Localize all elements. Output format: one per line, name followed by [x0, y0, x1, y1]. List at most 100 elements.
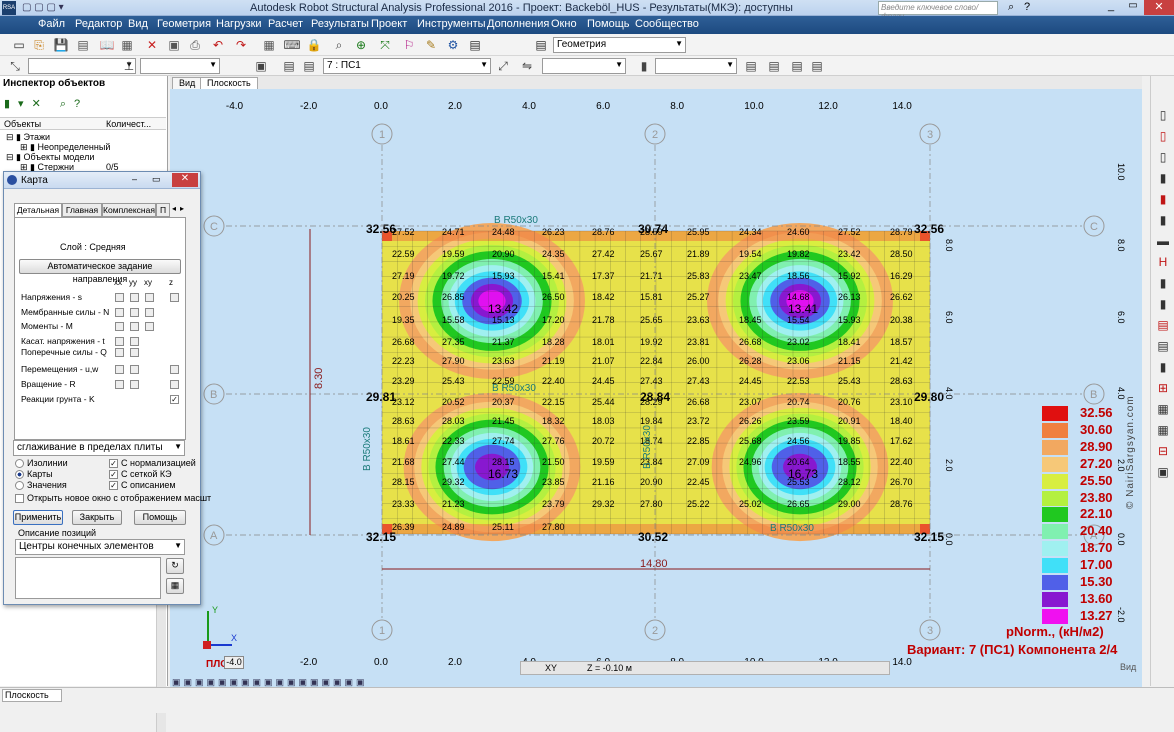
search-input[interactable]: Введите ключевое слово/фразу — [878, 1, 998, 21]
radio-isolines[interactable] — [15, 459, 24, 468]
row-2-check-0[interactable] — [115, 322, 124, 331]
check-open-new-window[interactable] — [15, 494, 24, 503]
row-2-check-1[interactable] — [130, 322, 139, 331]
toolbar2-icon-0[interactable]: ⤡ — [6, 57, 24, 75]
radio-maps[interactable] — [15, 470, 24, 479]
menu-item-2[interactable]: Вид — [128, 18, 148, 30]
toolbar2-icon-5[interactable]: ⤢ — [494, 57, 512, 75]
row-0-check-1[interactable] — [130, 293, 139, 302]
right-tool-icon-17[interactable]: ▣ — [1154, 463, 1172, 481]
right-tool-icon-0[interactable]: ▯ — [1154, 106, 1172, 124]
menu-item-4[interactable]: Нагрузки — [216, 18, 262, 30]
toolbar-icon-13[interactable]: 🔒 — [305, 36, 323, 54]
right-tool-icon-15[interactable]: ▦ — [1154, 421, 1172, 439]
toolbar-icon-0[interactable]: ▭ — [10, 36, 28, 54]
toolbar-icon-14[interactable]: ⌕ — [330, 36, 348, 54]
dialog-titlebar[interactable]: Карта – ▭ ✕ — [4, 172, 200, 189]
dialog-maximize-button[interactable]: ▭ — [152, 174, 161, 185]
row-3-check-1[interactable] — [130, 337, 139, 346]
help-button[interactable]: Помощь — [134, 510, 186, 525]
toolbar-icon-20[interactable]: ▤ — [466, 36, 484, 54]
row-5-check-3[interactable] — [170, 365, 179, 374]
plane-value[interactable]: -4.0 — [224, 656, 244, 669]
search-icon[interactable]: ⌕ — [1008, 1, 1014, 14]
toolbar2-icon-9[interactable]: ▤ — [765, 57, 783, 75]
toolbar-icon-5[interactable]: ▦ — [118, 36, 136, 54]
row-7-check-3[interactable]: ✓ — [170, 395, 179, 404]
bottom-tab-plane[interactable]: Плоскость — [2, 689, 62, 702]
row-6-check-0[interactable] — [115, 380, 124, 389]
toolbar2-icon-11[interactable]: ▤ — [808, 57, 826, 75]
dialog-minimize-button[interactable]: – — [132, 174, 137, 184]
menu-item-6[interactable]: Результаты — [311, 18, 369, 30]
inspector-toolbar[interactable]: ▮▾✕ ⌕? — [4, 97, 88, 111]
row-5-check-0[interactable] — [115, 365, 124, 374]
dialog-tab-0[interactable]: Детальная — [14, 203, 62, 217]
check-fe-mesh[interactable]: ✓ — [109, 470, 118, 479]
apply-button[interactable]: Применить — [13, 510, 63, 525]
toolbar-icon-15[interactable]: ⊕ — [352, 36, 370, 54]
toolbar2-icon-6[interactable]: ⇋ — [518, 57, 536, 75]
menu-item-12[interactable]: Сообщество — [635, 18, 699, 30]
toolbar-icon-7[interactable]: ▣ — [165, 36, 183, 54]
case-combo[interactable]: 7 : ПС1 ▼ — [323, 58, 491, 74]
row-4-check-1[interactable] — [130, 348, 139, 357]
row-1-check-0[interactable] — [115, 308, 124, 317]
dialog-tab-2[interactable]: Комплексная — [102, 203, 156, 217]
toolbar-icon-1[interactable]: ⎘ — [30, 36, 48, 54]
toolbar-icon-12[interactable]: ⌨ — [283, 36, 301, 54]
maximize-button[interactable]: ▭ — [1122, 0, 1144, 15]
dialog-tab-3[interactable]: П — [156, 203, 170, 217]
right-tool-icon-12[interactable]: ▮ — [1154, 358, 1172, 376]
toolbar2-icon-8[interactable]: ▤ — [742, 57, 760, 75]
right-tool-icon-4[interactable]: ▮ — [1154, 190, 1172, 208]
row-1-check-1[interactable] — [130, 308, 139, 317]
menu-item-0[interactable]: Файл — [38, 18, 65, 30]
right-tool-icon-8[interactable]: ▮ — [1154, 274, 1172, 292]
menu-item-7[interactable]: Проект — [371, 18, 407, 30]
toolbar2-icon-3[interactable]: ▤ — [280, 57, 298, 75]
plot-canvas[interactable]: 27.52 24.71 24.48 26.23 28.76 28.59 25.95 24.34… — [170, 89, 1142, 687]
right-tool-icon-2[interactable]: ▯ — [1154, 148, 1172, 166]
row-0-check-3[interactable] — [170, 293, 179, 302]
toolbar2-icon-4[interactable]: ▤ — [300, 57, 318, 75]
minimize-button[interactable]: _ — [1100, 0, 1122, 15]
bars-combo[interactable]: ▼ — [140, 58, 220, 74]
row-1-check-2[interactable] — [145, 308, 154, 317]
row-3-check-0[interactable] — [115, 337, 124, 346]
row-0-check-0[interactable] — [115, 293, 124, 302]
radio-values[interactable] — [15, 481, 24, 490]
refresh-icon[interactable]: ↻ — [166, 558, 184, 574]
row-5-check-1[interactable] — [130, 365, 139, 374]
menu-item-10[interactable]: Окно — [551, 18, 577, 30]
help-icon[interactable]: ? — [1024, 1, 1030, 13]
bottom-icons[interactable]: ▣▣▣▣▣▣▣▣▣▣▣▣▣▣▣▣▣ — [172, 677, 492, 689]
menu-item-8[interactable]: Инструменты — [417, 18, 486, 30]
right-tool-icon-16[interactable]: ⊟ — [1154, 442, 1172, 460]
geometry-combo[interactable]: Геометрия ▼ — [553, 37, 686, 53]
right-tool-icon-14[interactable]: ▦ — [1154, 400, 1172, 418]
close-button[interactable]: ✕ — [1144, 0, 1174, 15]
palette-icon[interactable]: ▦ — [166, 578, 184, 594]
right-tool-icon-1[interactable]: ▯ — [1154, 127, 1172, 145]
toolbar-icon-8[interactable]: ⎙ — [186, 36, 204, 54]
right-tool-icon-9[interactable]: ▮ — [1154, 295, 1172, 313]
toolbar-icon-2[interactable]: 💾 — [52, 36, 70, 54]
right-tool-icon-6[interactable]: ▬ — [1154, 232, 1172, 250]
toolbar-icon-3[interactable]: ▤ — [74, 36, 92, 54]
quick-access-icons[interactable]: ▢ ▢ ▢ ▾ — [22, 2, 64, 13]
menu-item-1[interactable]: Редактор — [75, 18, 122, 30]
row-6-check-1[interactable] — [130, 380, 139, 389]
smoothing-combo[interactable]: сглаживание в пределах плиты ▼ — [13, 440, 185, 456]
toolbar2-icon-1[interactable]: ⊥ — [120, 57, 138, 75]
toolbar2-icon-2[interactable]: ▣ — [252, 57, 270, 75]
description-combo[interactable]: Центры конечных элементов ▼ — [15, 539, 185, 555]
menu-item-5[interactable]: Расчет — [268, 18, 303, 30]
right-tool-icon-13[interactable]: ⊞ — [1154, 379, 1172, 397]
row-0-check-2[interactable] — [145, 293, 154, 302]
app-logo-icon[interactable]: RSA — [2, 1, 16, 15]
toolbar-icon-18[interactable]: ✎ — [422, 36, 440, 54]
dialog-close-button[interactable]: ✕ — [172, 173, 198, 187]
auto-direction-button[interactable]: Автоматическое задание направления — [19, 259, 181, 284]
right-tool-icon-11[interactable]: ▤ — [1154, 337, 1172, 355]
